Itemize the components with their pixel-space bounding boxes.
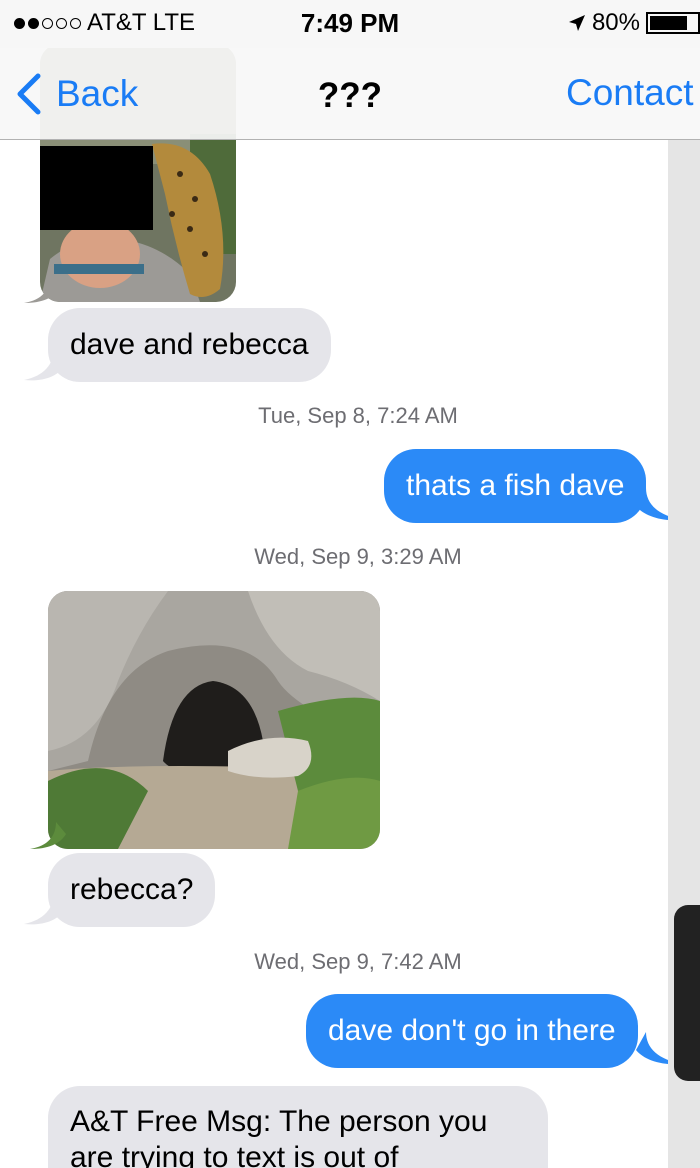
battery-percent: 80% xyxy=(591,9,640,36)
message-text: thats a fish dave xyxy=(406,469,625,502)
message-text-line: are trying to text is out of xyxy=(70,1141,399,1168)
battery-icon xyxy=(646,12,700,34)
incoming-message[interactable]: rebecca? xyxy=(48,853,216,927)
contact-button[interactable]: Contact xyxy=(566,72,694,114)
battery-area: 80% xyxy=(568,9,700,37)
location-arrow-icon xyxy=(568,15,585,31)
message-text: dave and rebecca xyxy=(70,328,309,361)
message-text: dave don't go in there xyxy=(328,1014,616,1047)
message-thread[interactable]: dave and rebecca Tue, Sep 8, 7:24 AM tha… xyxy=(0,0,700,1168)
status-bar: AT&T LTE 7:49 PM 80% xyxy=(0,0,700,48)
timestamp: Wed, Sep 9, 7:42 AM xyxy=(254,949,462,974)
message-text-line: A&T Free Msg: The person you xyxy=(70,1105,488,1138)
cave-photo[interactable] xyxy=(48,591,380,849)
scrollbar-thumb[interactable] xyxy=(674,905,700,1081)
cave-photo-image xyxy=(48,591,380,849)
outgoing-message[interactable]: thats a fish dave xyxy=(384,449,647,523)
message-text: rebecca? xyxy=(70,873,194,906)
photo-tail xyxy=(24,276,60,303)
navigation-bar: Back ??? Contact xyxy=(0,48,700,140)
photo-tail xyxy=(30,822,66,849)
incoming-message[interactable]: dave and rebecca xyxy=(48,308,331,382)
incoming-message[interactable]: A&T Free Msg: The person you are trying … xyxy=(48,1086,548,1168)
timestamp: Tue, Sep 8, 7:24 AM xyxy=(258,403,458,428)
outgoing-message[interactable]: dave don't go in there xyxy=(306,994,638,1068)
timestamp: Wed, Sep 9, 3:29 AM xyxy=(254,544,462,569)
battery-fill xyxy=(650,16,687,30)
